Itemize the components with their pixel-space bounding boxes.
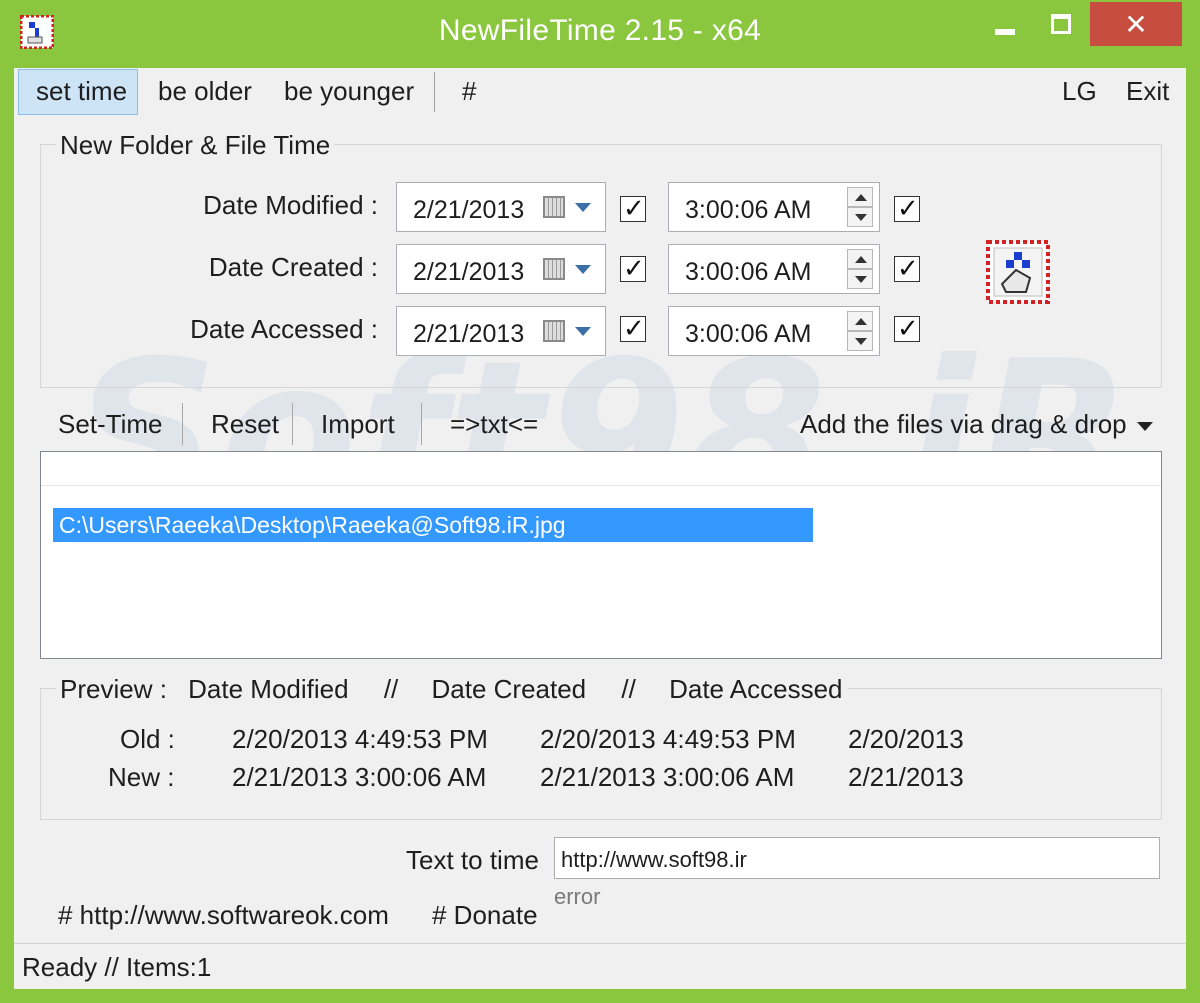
preview-col-accessed: Date Accessed: [669, 674, 843, 704]
date-accessed-date-picker[interactable]: 2/21/2013: [396, 306, 606, 356]
date-created-date-picker[interactable]: 2/21/2013: [396, 244, 606, 294]
date-modified-date-picker[interactable]: 2/21/2013: [396, 182, 606, 232]
file-list-header: [41, 452, 1161, 486]
toolbar-separator: [421, 403, 422, 445]
menu-be-younger[interactable]: be younger: [284, 76, 414, 107]
toolbar-separator: [292, 403, 293, 445]
maximize-button[interactable]: [1034, 2, 1088, 46]
text-to-time-label: Text to time: [406, 845, 539, 875]
drag-drop-label: Add the files via drag & drop: [800, 409, 1127, 439]
date-modified-date-value: 2/21/2013: [413, 196, 525, 224]
close-icon: ✕: [1124, 9, 1148, 40]
reset-button[interactable]: Reset: [211, 409, 279, 440]
calendar-icon: [543, 320, 565, 342]
chevron-down-icon: [1136, 421, 1153, 431]
preview-old-modified: 2/20/2013 4:49:53 PM: [232, 724, 488, 754]
calendar-icon: [543, 258, 565, 280]
date-modified-time-value: 3:00:06 AM: [685, 196, 812, 224]
date-accessed-time-picker[interactable]: 3:00:06 AM: [668, 306, 880, 356]
date-created-label: Date Created :: [208, 252, 378, 282]
calendar-icon: [543, 196, 565, 218]
check-icon: ✓: [623, 313, 645, 343]
preview-header: Preview : Date Modified // Date Created …: [56, 674, 847, 705]
preview-new-accessed: 2/21/2013: [848, 762, 964, 792]
client-area: Soft98.iR set time be older be younger #…: [14, 68, 1186, 989]
text-to-time-input[interactable]: http://www.soft98.ir: [554, 837, 1160, 879]
toolbar-separator: [182, 403, 183, 445]
spin-up-icon[interactable]: [847, 187, 873, 207]
preview-separator: //: [621, 674, 636, 704]
date-created-date-value: 2/21/2013: [413, 258, 525, 286]
check-icon: ✓: [623, 193, 645, 223]
menu-hash[interactable]: #: [462, 76, 476, 107]
title-bar[interactable]: NewFileTime 2.15 - x64 ✕: [0, 0, 1200, 68]
date-accessed-label: Date Accessed :: [190, 314, 378, 344]
menu-bar: set time be older be younger # LG Exit: [14, 68, 1186, 116]
menu-set-time[interactable]: set time: [36, 76, 127, 107]
date-modified-label: Date Modified :: [203, 190, 378, 220]
date-accessed-date-checkbox[interactable]: ✓: [620, 313, 646, 343]
spin-up-icon[interactable]: [847, 311, 873, 331]
set-time-button[interactable]: Set-Time: [58, 409, 163, 440]
menu-separator: [434, 72, 435, 112]
text-to-time-status: error: [554, 884, 601, 909]
date-modified-time-checkbox[interactable]: ✓: [894, 193, 920, 223]
close-button[interactable]: ✕: [1090, 2, 1182, 46]
date-modified-time-picker[interactable]: 3:00:06 AM: [668, 182, 880, 232]
app-logo-icon[interactable]: [986, 240, 1050, 304]
file-list[interactable]: C:\Users\Raeeka\Desktop\Raeeka@Soft98.iR…: [40, 451, 1162, 659]
minimize-icon: [995, 29, 1015, 35]
chevron-down-icon[interactable]: [575, 203, 591, 212]
check-icon: ✓: [897, 253, 919, 283]
drag-drop-dropdown[interactable]: Add the files via drag & drop: [800, 409, 1153, 440]
spin-down-icon[interactable]: [847, 269, 873, 289]
preview-col-created: Date Created: [431, 674, 587, 704]
date-created-time-checkbox[interactable]: ✓: [894, 253, 920, 283]
status-bar: Ready // Items:1: [14, 943, 1186, 989]
app-window: NewFileTime 2.15 - x64 ✕ Soft98.iR set t…: [0, 0, 1200, 1003]
time-spinner[interactable]: [847, 187, 873, 227]
preview-separator: //: [383, 674, 399, 704]
menu-lg[interactable]: LG: [1062, 76, 1097, 107]
date-accessed-time-checkbox[interactable]: ✓: [894, 313, 920, 343]
donate-link[interactable]: # Donate: [432, 900, 538, 931]
chevron-down-icon[interactable]: [575, 265, 591, 274]
date-accessed-date-value: 2/21/2013: [413, 320, 525, 348]
import-button[interactable]: Import: [321, 409, 395, 440]
preview-new-modified: 2/21/2013 3:00:06 AM: [232, 762, 487, 792]
check-icon: ✓: [623, 253, 645, 283]
preview-new-label: New :: [108, 762, 175, 792]
preview-old-label: Old :: [120, 724, 175, 754]
menu-exit[interactable]: Exit: [1126, 76, 1169, 107]
list-item[interactable]: C:\Users\Raeeka\Desktop\Raeeka@Soft98.iR…: [53, 508, 813, 542]
menu-be-older[interactable]: be older: [158, 76, 252, 107]
preview-title: Preview :: [60, 674, 167, 704]
time-spinner[interactable]: [847, 249, 873, 289]
new-time-group-title: New Folder & File Time: [56, 130, 335, 161]
preview-col-modified: Date Modified: [188, 674, 349, 704]
spin-up-icon[interactable]: [847, 249, 873, 269]
file-toolbar: Set-Time Reset Import =>txt<= Add the fi…: [14, 403, 1186, 447]
preview-old-accessed: 2/20/2013: [848, 724, 964, 754]
spin-down-icon[interactable]: [847, 207, 873, 227]
check-icon: ✓: [897, 193, 919, 223]
txt-button[interactable]: =>txt<=: [450, 409, 538, 440]
check-icon: ✓: [897, 313, 919, 343]
date-modified-date-checkbox[interactable]: ✓: [620, 193, 646, 223]
time-spinner[interactable]: [847, 311, 873, 351]
maximize-icon: [1051, 14, 1071, 34]
preview-old-created: 2/20/2013 4:49:53 PM: [540, 724, 796, 754]
spin-down-icon[interactable]: [847, 331, 873, 351]
chevron-down-icon[interactable]: [575, 327, 591, 336]
date-created-date-checkbox[interactable]: ✓: [620, 253, 646, 283]
date-created-time-picker[interactable]: 3:00:06 AM: [668, 244, 880, 294]
date-created-time-value: 3:00:06 AM: [685, 258, 812, 286]
preview-new-created: 2/21/2013 3:00:06 AM: [540, 762, 795, 792]
website-link[interactable]: # http://www.softwareok.com: [58, 900, 389, 931]
date-accessed-time-value: 3:00:06 AM: [685, 320, 812, 348]
minimize-button[interactable]: [978, 2, 1032, 46]
